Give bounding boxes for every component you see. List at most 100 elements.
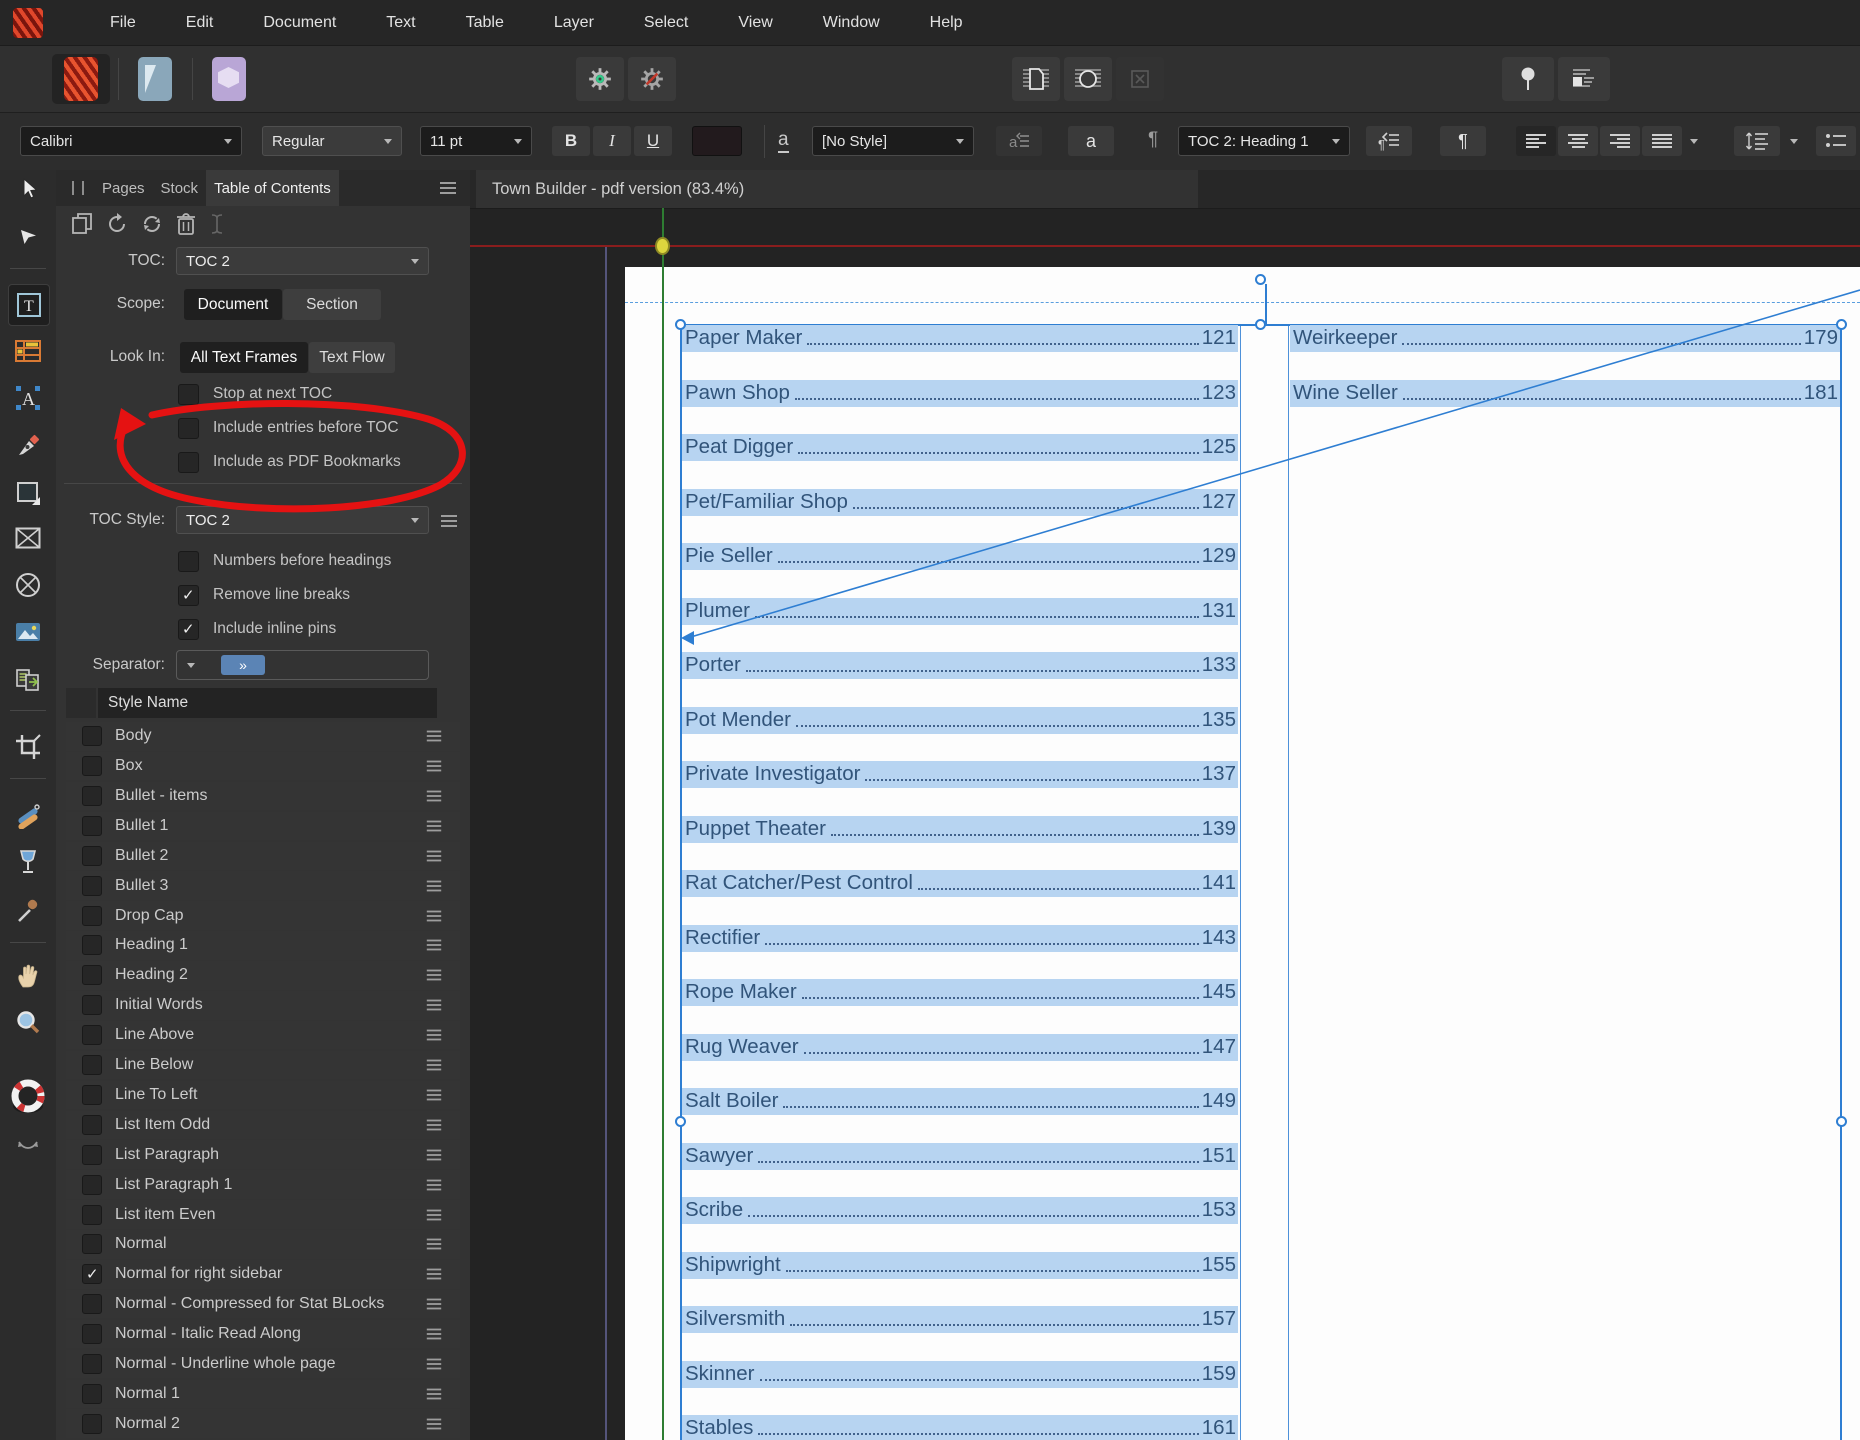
menu-item[interactable]: File [85, 0, 161, 45]
toc-entry[interactable]: Pie Seller 129 [682, 543, 1238, 570]
rectangle-tool-button[interactable] [8, 473, 48, 513]
style-row[interactable]: Initial Words [66, 991, 460, 1020]
style-row[interactable]: Normal - Italic Read Along [66, 1319, 460, 1349]
tab-table-of-contents[interactable]: Table of Contents [206, 170, 339, 206]
toc-style-menu-icon[interactable] [441, 520, 457, 522]
style-row-menu-icon[interactable] [426, 854, 442, 857]
style-row[interactable]: List Item Odd [66, 1110, 460, 1140]
toc-select[interactable]: TOC 2 [176, 247, 429, 275]
checkbox[interactable] [82, 786, 102, 807]
menu-item[interactable]: Layer [529, 0, 619, 45]
style-row-menu-icon[interactable] [426, 884, 442, 887]
leading-more-chevron-icon[interactable] [1790, 139, 1798, 144]
guide-origin-handle[interactable] [655, 237, 670, 255]
style-row[interactable]: Normal 2 [66, 1409, 460, 1438]
toc-entry[interactable]: Stables 161 [682, 1415, 1238, 1440]
pin-button[interactable] [1502, 57, 1554, 101]
checkbox[interactable] [178, 383, 199, 405]
checkbox[interactable] [82, 1413, 102, 1434]
show-paragraph-button[interactable]: ¶ [1440, 126, 1486, 156]
look-in-text-flow-button[interactable]: Text Flow [309, 342, 395, 373]
style-row[interactable]: Heading 1 [66, 931, 460, 960]
checkbox[interactable] [82, 1383, 102, 1404]
toc-entry[interactable]: Pawn Shop 123 [682, 379, 1238, 407]
checkbox[interactable] [82, 1204, 102, 1225]
style-row[interactable]: Bullet 1 [66, 811, 460, 841]
checkbox[interactable] [82, 995, 102, 1016]
node-tool-button[interactable] [8, 216, 48, 256]
checkbox[interactable] [82, 965, 102, 986]
crop-tool-button[interactable] [8, 727, 48, 767]
photo-persona-button[interactable] [200, 54, 258, 104]
preferences-gear-button[interactable] [576, 57, 624, 101]
artistic-text-tool-button[interactable]: A [8, 378, 48, 418]
checkbox[interactable] [82, 1114, 102, 1135]
checkbox[interactable] [82, 1234, 102, 1255]
toc-entry[interactable]: Plumer 131 [682, 597, 1238, 625]
table-tool-button[interactable] [8, 331, 48, 371]
checkbox[interactable] [82, 1025, 102, 1046]
delete-toc-icon[interactable] [175, 212, 197, 236]
text-wrap-page-button[interactable] [1012, 57, 1060, 101]
style-row-menu-icon[interactable] [426, 765, 442, 768]
toc-entry[interactable]: Salt Boiler 149 [682, 1088, 1238, 1115]
checkbox[interactable] [82, 935, 102, 956]
checkbox[interactable] [178, 550, 199, 572]
document-tab[interactable]: Town Builder - pdf version (83.4%) [476, 170, 1198, 208]
pen-tool-button[interactable] [8, 426, 48, 466]
style-row[interactable]: Bullet 2 [66, 841, 460, 871]
toc-entry[interactable]: Weirkeeper 179 [1290, 325, 1840, 352]
checkbox[interactable] [178, 584, 199, 606]
style-row-menu-icon[interactable] [426, 1333, 442, 1335]
checkbox[interactable] [178, 618, 199, 640]
affinity-publisher-logo-icon[interactable] [13, 7, 43, 38]
menu-item[interactable]: Table [441, 0, 529, 45]
scope-section-button[interactable]: Section [283, 289, 381, 320]
toc-style-select[interactable]: TOC 2 [176, 506, 429, 534]
style-row-menu-icon[interactable] [426, 1153, 442, 1156]
checkbox[interactable] [82, 726, 102, 747]
place-image-tool-button[interactable] [8, 612, 48, 652]
style-row-menu-icon[interactable] [426, 1004, 442, 1007]
menu-item[interactable]: Help [905, 0, 988, 45]
disabled-gear-button[interactable] [628, 57, 676, 101]
style-row[interactable]: Normal - Compressed for Stat BLocks [66, 1289, 460, 1319]
font-family-select[interactable]: Calibri [20, 126, 242, 156]
style-row-menu-icon[interactable] [426, 1123, 442, 1126]
color-picker-tool-button[interactable] [8, 892, 48, 932]
data-merge-tool-button[interactable] [8, 660, 48, 700]
paragraph-style-select[interactable]: TOC 2: Heading 1 [1178, 126, 1350, 156]
style-row[interactable]: List Paragraph 1 [66, 1170, 460, 1199]
vector-brush-tool-button[interactable] [8, 796, 48, 836]
panel-collapse-icon[interactable] [72, 181, 84, 195]
tab-stock[interactable]: Stock [153, 170, 207, 206]
toc-column-right[interactable]: Weirkeeper 179 Wine Seller 181 [1290, 325, 1840, 434]
toc-entry[interactable]: Skinner 159 [682, 1360, 1238, 1388]
font-color-swatch[interactable] [692, 126, 742, 156]
frame-handle-top-left[interactable] [675, 319, 686, 330]
checkbox[interactable] [82, 845, 102, 866]
style-row[interactable]: Normal for right sidebar [66, 1260, 460, 1289]
style-row-menu-icon[interactable] [426, 1183, 442, 1186]
checkbox[interactable] [82, 1174, 102, 1195]
separator-token[interactable]: » [221, 655, 265, 675]
checkbox[interactable] [82, 1324, 102, 1345]
underline-style-control[interactable]: a [778, 129, 789, 153]
font-size-select[interactable]: 11 pt [420, 126, 532, 156]
checkbox[interactable] [82, 815, 102, 836]
style-row[interactable]: Line Below [66, 1050, 460, 1080]
style-row-menu-icon[interactable] [426, 974, 442, 977]
insert-text-cursor-icon[interactable] [208, 212, 226, 236]
style-row-menu-icon[interactable] [426, 825, 442, 827]
style-row-menu-icon[interactable] [426, 914, 442, 917]
insert-toc-icon[interactable] [70, 212, 94, 236]
tab-pages[interactable]: Pages [94, 170, 153, 206]
text-flow-arrow-icon[interactable] [681, 631, 694, 645]
checkbox[interactable] [178, 417, 199, 439]
view-hand-tool-button[interactable] [8, 956, 48, 996]
style-row[interactable]: Heading 2 [66, 961, 460, 990]
frame-handle-mid-left[interactable] [675, 1116, 686, 1127]
checkbox[interactable] [82, 905, 102, 926]
frame-rotation-handle[interactable] [1255, 274, 1266, 285]
toc-entry[interactable]: Peat Digger 125 [682, 434, 1238, 461]
